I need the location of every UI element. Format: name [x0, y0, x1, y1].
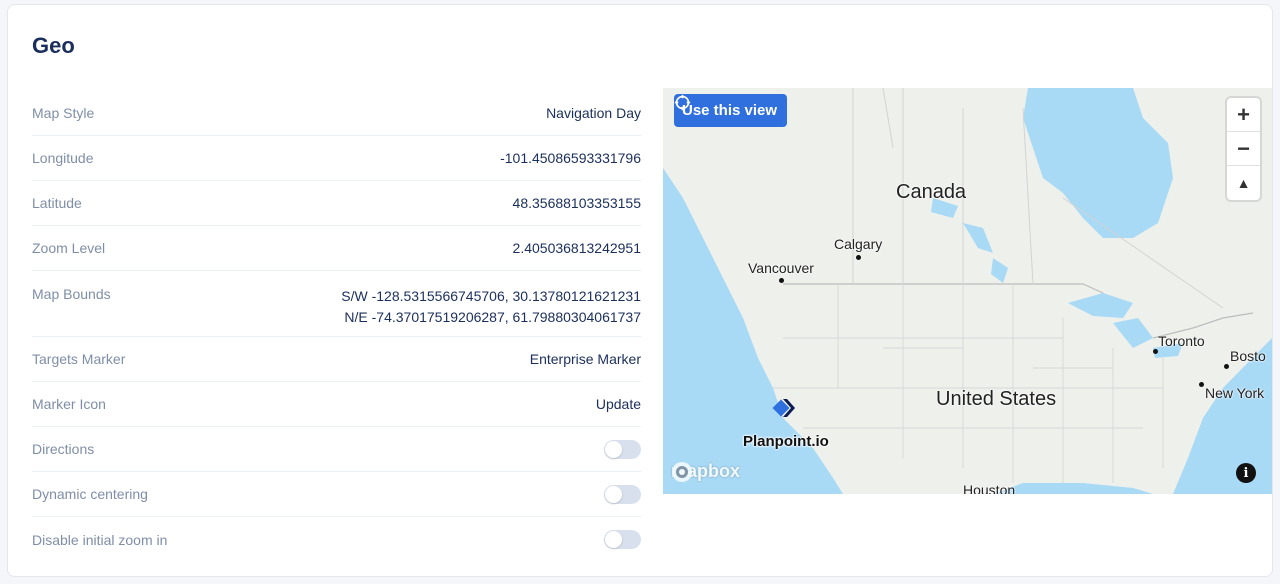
latitude-value: 48.35688103353155: [512, 194, 641, 211]
toggle-knob: [605, 485, 622, 503]
marker-icon-update-link[interactable]: Update: [596, 394, 641, 415]
boston-dot: [1224, 364, 1229, 369]
section-title: Geo: [32, 33, 75, 58]
property-row-disable-initial-zoom: Disable initial zoom in: [32, 517, 641, 562]
property-label: Targets Marker: [32, 351, 126, 367]
property-label: Map Style: [32, 105, 95, 121]
toggle-knob: [605, 531, 622, 548]
compass-icon: ▲: [1236, 175, 1251, 191]
compass-button[interactable]: ▲: [1227, 166, 1260, 200]
map-bounds-value: S/W -128.5315566745706, 30.1378012162123…: [341, 286, 641, 328]
label-new-york: New York: [1205, 385, 1265, 401]
use-this-view-button[interactable]: Use this view: [674, 94, 788, 127]
new-york-dot: [1199, 382, 1204, 387]
property-label: Map Bounds: [32, 286, 111, 302]
property-label: Dynamic centering: [32, 486, 148, 502]
marker-label: Planpoint.io: [743, 433, 829, 450]
property-label: Zoom Level: [32, 240, 106, 256]
property-label: Longitude: [32, 150, 94, 166]
property-label: Marker Icon: [32, 396, 106, 412]
map-navigation-control: + − ▲: [1227, 98, 1260, 200]
zoom-level-value: 2.405036813242951: [512, 239, 641, 256]
use-this-view-label: Use this view: [682, 102, 778, 119]
info-icon: i: [1243, 465, 1249, 481]
label-vancouver: Vancouver: [748, 260, 814, 276]
map-view[interactable]: Use this view + − ▲ Canada United States…: [663, 88, 1272, 494]
crosshair-icon: [674, 94, 691, 111]
toggle-knob: [605, 440, 622, 458]
property-row-longitude: Longitude -101.45086593331796: [32, 136, 641, 181]
bounds-sw: S/W -128.5315566745706, 30.1378012162123…: [341, 288, 641, 304]
calgary-dot: [856, 255, 861, 260]
property-row-zoom-level: Zoom Level 2.405036813242951: [32, 226, 641, 271]
property-row-directions: Directions: [32, 427, 641, 472]
toronto-dot: [1153, 349, 1158, 354]
label-toronto: Toronto: [1158, 333, 1205, 349]
vancouver-dot: [779, 278, 784, 283]
property-row-latitude: Latitude 48.35688103353155: [32, 181, 641, 226]
label-united-states: United States: [936, 388, 1057, 410]
property-label: Latitude: [32, 195, 82, 211]
property-row-dynamic-centering: Dynamic centering: [32, 472, 641, 517]
mapbox-logo-icon: [672, 462, 692, 482]
mapbox-attribution[interactable]: mapbox: [671, 461, 740, 482]
directions-toggle[interactable]: [604, 439, 641, 459]
property-row-marker-icon: Marker Icon Update: [32, 382, 641, 427]
info-button[interactable]: i: [1236, 463, 1256, 483]
property-label: Directions: [32, 441, 95, 457]
label-boston: Bosto: [1230, 348, 1266, 364]
label-canada: Canada: [896, 181, 967, 203]
map-style-value[interactable]: Navigation Day: [546, 103, 641, 124]
zoom-in-button[interactable]: +: [1227, 98, 1260, 132]
property-row-targets-marker: Targets Marker Enterprise Marker: [32, 337, 641, 382]
property-row-map-bounds: Map Bounds S/W -128.5315566745706, 30.13…: [32, 271, 641, 337]
properties-list: Map Style Navigation Day Longitude -101.…: [32, 91, 641, 562]
property-row-map-style: Map Style Navigation Day: [32, 91, 641, 136]
disable-initial-zoom-toggle[interactable]: [604, 530, 641, 549]
longitude-value: -101.45086593331796: [500, 149, 641, 166]
geo-card: Geo Map Style Navigation Day Longitude -…: [7, 4, 1273, 577]
property-label: Disable initial zoom in: [32, 531, 168, 548]
targets-marker-value[interactable]: Enterprise Marker: [530, 349, 641, 370]
bounds-ne: N/E -74.37017519206287, 61.7988030406173…: [344, 309, 641, 325]
label-houston: Houston: [963, 482, 1016, 494]
dynamic-centering-toggle[interactable]: [604, 484, 641, 504]
label-calgary: Calgary: [834, 236, 883, 252]
zoom-out-button[interactable]: −: [1227, 132, 1260, 166]
